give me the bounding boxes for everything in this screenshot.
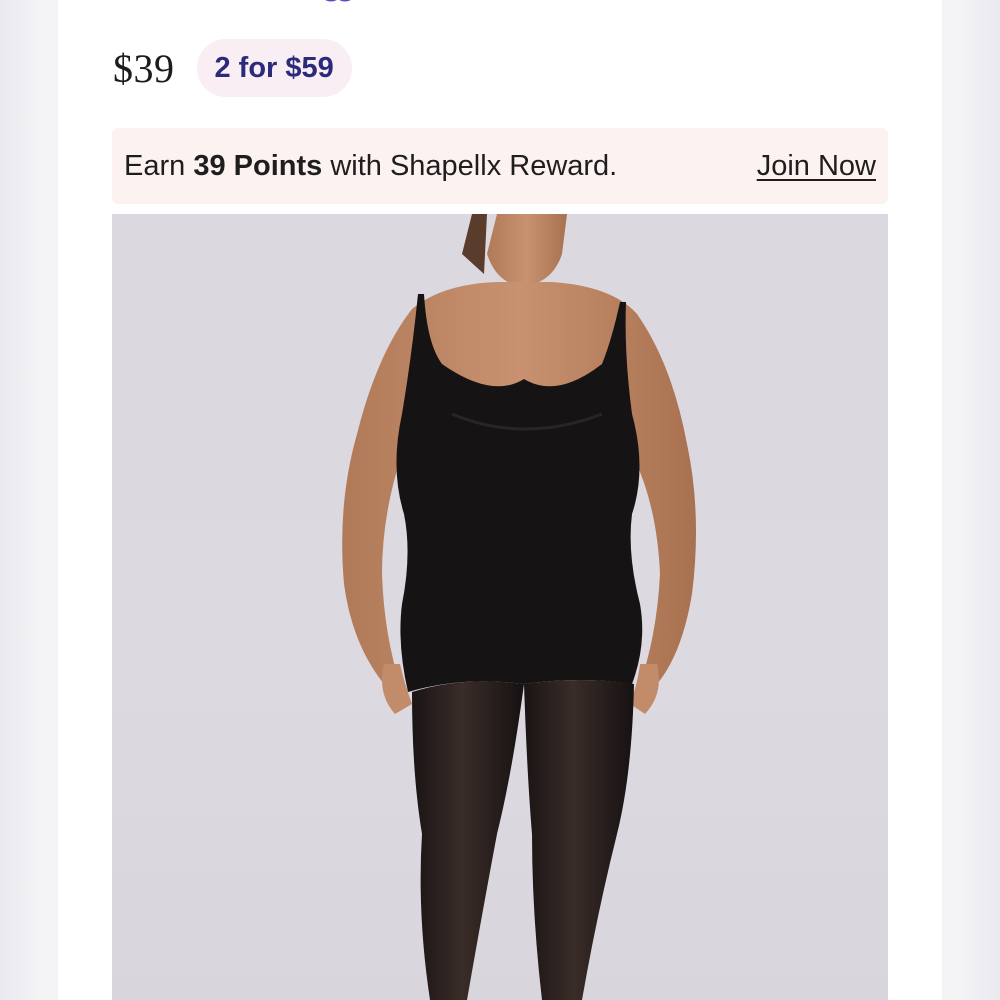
reward-points: 39 Points	[193, 149, 323, 182]
promo-badge[interactable]: 2 for $59	[196, 39, 352, 97]
product-price: $39	[113, 45, 175, 91]
reward-text: Earn 39 Points with Shapellx Reward.	[124, 150, 617, 183]
product-photo-icon	[342, 214, 696, 1000]
join-now-link[interactable]: Join Now	[757, 150, 876, 183]
partial-icon	[321, 0, 355, 4]
price-row: $39 2 for $59	[113, 38, 352, 98]
product-page-card: $39 2 for $59 Earn 39 Points with Shapel…	[58, 0, 942, 1000]
reward-prefix: Earn	[124, 149, 194, 182]
product-image[interactable]	[112, 214, 888, 1000]
reward-banner: Earn 39 Points with Shapellx Reward. Joi…	[112, 128, 888, 204]
reward-suffix: with Shapellx Reward.	[322, 149, 618, 182]
